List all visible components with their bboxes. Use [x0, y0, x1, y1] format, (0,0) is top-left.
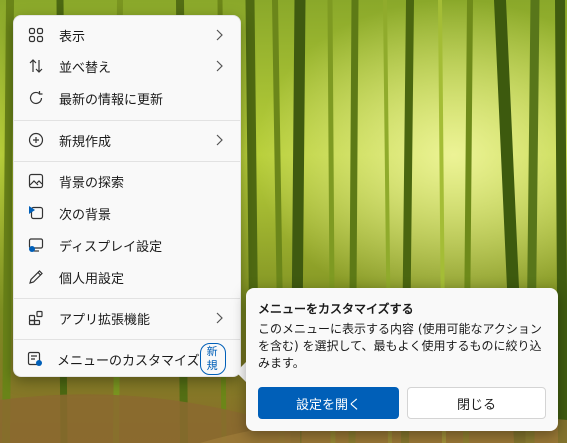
- menu-item-label: ディスプレイ設定: [59, 239, 163, 255]
- menu-item-refresh[interactable]: 最新の情報に更新: [18, 83, 236, 113]
- close-button[interactable]: 閉じる: [407, 387, 546, 419]
- new-badge: 新規: [199, 343, 226, 375]
- grid-icon: [27, 26, 45, 44]
- menu-item-customize-menu[interactable]: メニューのカスタマイズ 新規: [18, 343, 236, 375]
- chevron-right-icon: [212, 29, 226, 41]
- menu-item-label: メニューのカスタマイズ: [57, 353, 200, 369]
- customize-menu-icon: [27, 350, 43, 368]
- display-settings-icon: [27, 236, 45, 254]
- menu-item-label: 個人用設定: [59, 271, 125, 287]
- teaching-tip: メニューをカスタマイズする このメニューに表示する内容 (使用可能なアクションを…: [246, 288, 558, 431]
- menu-separator: [14, 161, 240, 162]
- menu-item-label: 表示: [59, 29, 86, 45]
- menu-item-label: 背景の探索: [59, 175, 125, 191]
- plus-circle-icon: [27, 131, 45, 149]
- open-settings-button[interactable]: 設定を開く: [258, 387, 399, 419]
- menu-item-new[interactable]: 新規作成: [18, 125, 236, 155]
- teaching-tip-arrow: [236, 362, 246, 382]
- chevron-right-icon: [212, 60, 226, 72]
- image-icon: [27, 172, 45, 190]
- chevron-right-icon: [212, 134, 226, 146]
- menu-item-label: 次の背景: [59, 207, 112, 223]
- menu-separator: [14, 298, 240, 299]
- menu-item-app-extensions[interactable]: アプリ拡張機能: [18, 303, 236, 333]
- menu-item-personalize[interactable]: 個人用設定: [18, 262, 236, 292]
- menu-item-next-background[interactable]: 次の背景: [18, 198, 236, 228]
- desktop-context-menu: 表示 並べ替え 最新の情報に更新 新規作成 背景の探索 次の背景 ディスプレイ設…: [13, 15, 241, 377]
- menu-separator: [14, 339, 240, 340]
- next-background-icon: [27, 204, 45, 222]
- teaching-tip-title: メニューをカスタマイズする: [258, 302, 414, 316]
- menu-item-display-settings[interactable]: ディスプレイ設定: [18, 230, 236, 260]
- menu-item-label: 最新の情報に更新: [59, 92, 164, 108]
- pen-icon: [27, 268, 45, 286]
- chevron-right-icon: [212, 312, 226, 324]
- app-extensions-icon: [27, 309, 45, 327]
- menu-item-view[interactable]: 表示: [18, 20, 236, 50]
- menu-item-label: 並べ替え: [59, 60, 112, 76]
- menu-item-explore-background[interactable]: 背景の探索: [18, 166, 236, 196]
- refresh-icon: [27, 89, 45, 107]
- teaching-tip-body: このメニューに表示する内容 (使用可能なアクションを含む) を選択して、最もよく…: [258, 322, 542, 370]
- sort-icon: [27, 57, 45, 75]
- menu-item-sort[interactable]: 並べ替え: [18, 51, 236, 81]
- menu-item-label: アプリ拡張機能: [59, 312, 151, 328]
- menu-separator: [14, 120, 240, 121]
- menu-item-label: 新規作成: [59, 134, 112, 150]
